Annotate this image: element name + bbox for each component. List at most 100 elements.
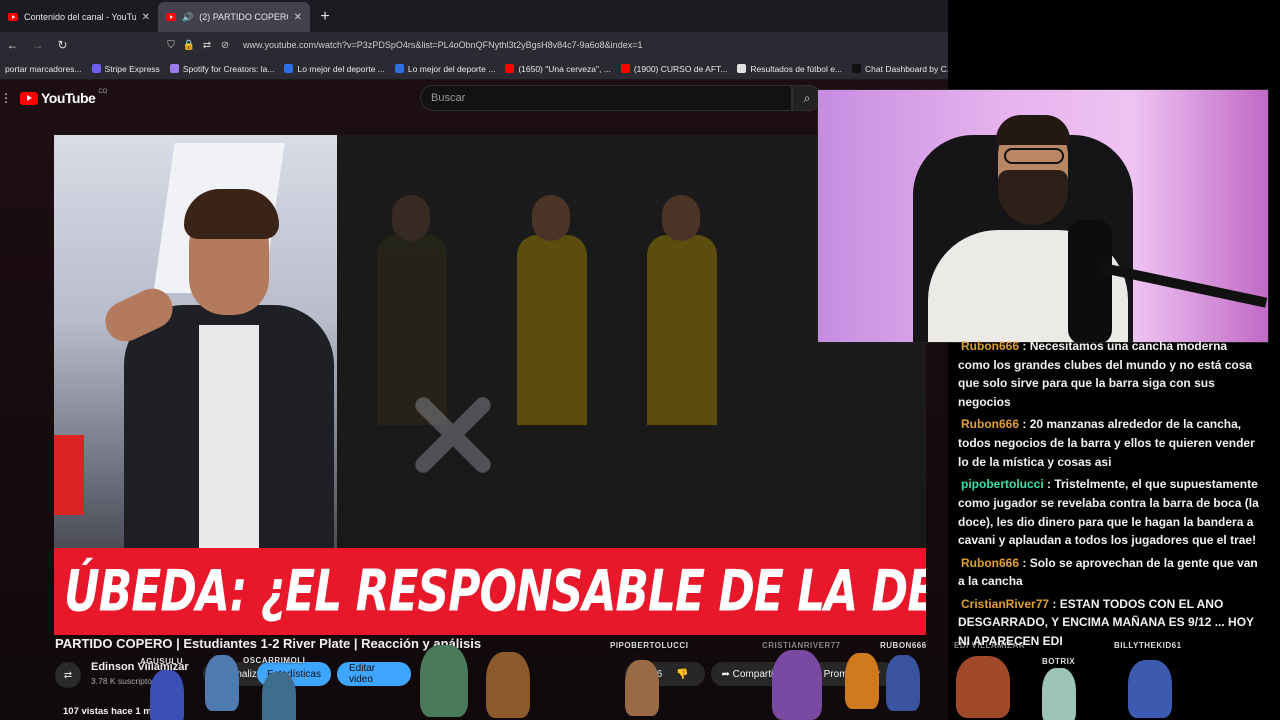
chat-log: Rubon666 : Necesitamos una cancha modern…: [958, 337, 1262, 654]
youtube-logo[interactable]: YouTube CO: [20, 89, 108, 106]
chat-avatar-sprite: [1128, 660, 1172, 718]
url-text[interactable]: www.youtube.com/watch?v=P3zPDSpO4rs&list…: [243, 40, 642, 50]
reload-icon[interactable]: ↻: [50, 32, 75, 58]
headline-banner: ÚBEDA: ¿EL RESPONSABLE DE LA DERROTA DE …: [54, 548, 926, 635]
bookmark-icon: [620, 64, 630, 73]
microphone: [1068, 220, 1112, 342]
chat-message: pipobertolucci : Tristelmente, el que su…: [958, 475, 1262, 550]
chat-separator: :: [1019, 555, 1030, 570]
lock-icon[interactable]: 🔒: [183, 39, 195, 51]
chat-separator: :: [1019, 339, 1030, 353]
chat-username: Rubon666: [961, 339, 1020, 353]
chat-avatar-sprite: [845, 653, 879, 709]
player-figure: [507, 175, 597, 435]
bookmark-item[interactable]: Stripe Express: [87, 64, 165, 74]
bookmark-label: Lo mejor del deporte ...: [407, 63, 496, 74]
view-count: 107 vistas hace 1 mes: [63, 706, 163, 717]
chat-avatar-sprite: [150, 670, 184, 720]
chat-avatar-sprite: [886, 655, 920, 711]
bookmark-item[interactable]: portar marcadores...: [0, 64, 87, 74]
chat-message: Rubon666 : Necesitamos una cancha modern…: [958, 337, 1262, 412]
headline-text: ÚBEDA: ¿EL RESPONSABLE DE LA DERROTA DE …: [64, 558, 926, 625]
autoplay-blocked-icon[interactable]: ⊘: [219, 39, 231, 51]
chat-avatar-sprite: [625, 660, 659, 716]
channel-avatar[interactable]: ⇄: [55, 662, 81, 688]
youtube-favicon-icon: [8, 13, 18, 21]
bookmark-item[interactable]: Lo mejor del deporte ...: [390, 64, 500, 74]
bookmark-icon: [505, 64, 515, 73]
bookmark-icon: [91, 64, 101, 73]
chat-separator: :: [1019, 417, 1030, 432]
bookmark-label: Stripe Express: [104, 63, 160, 74]
chat-username: Rubon666: [961, 417, 1020, 432]
chat-message: CristianRiver77 : ESTAN TODOS CON EL ANO…: [958, 595, 1262, 651]
bookmark-icon: [737, 64, 747, 73]
forward-arrow-icon[interactable]: →: [25, 32, 50, 58]
youtube-page: ⋮ YouTube CO ⌕: [0, 80, 948, 720]
tab-title: Contenido del canal - YouTube: [24, 12, 136, 22]
bookmark-icon: [852, 64, 862, 73]
bookmark-item[interactable]: Spotify for Creators: la...: [165, 64, 280, 74]
bookmark-label: Resultados de fútbol e...: [750, 63, 843, 74]
overlay-user-label: BOTRIX: [1042, 657, 1076, 666]
bookmark-item[interactable]: Resultados de fútbol e...: [732, 64, 847, 74]
player-figure: [637, 175, 727, 435]
close-tab-icon[interactable]: ✕: [142, 12, 150, 23]
shield-icon[interactable]: ⛉: [165, 39, 177, 51]
chat-avatar-sprite: [486, 652, 530, 718]
studio-light: [54, 435, 84, 515]
bookmark-label: Lo mejor del deporte ...: [297, 63, 385, 74]
search-icon: ⌕: [803, 90, 811, 105]
permissions-icon[interactable]: ⇄: [201, 39, 213, 51]
webcam-feed: [817, 89, 1269, 343]
glasses: [1004, 148, 1064, 164]
chat-avatar-sprite: [1042, 668, 1076, 720]
region-code: CO: [98, 89, 108, 95]
bookmark-icon: [284, 64, 294, 73]
bookmark-label: portar marcadores...: [5, 63, 82, 74]
chat-separator: :: [1043, 477, 1055, 492]
tab-video[interactable]: 🔊 (2) PARTIDO COPERO | Estu ✕: [158, 2, 310, 32]
presenter: [98, 185, 334, 548]
audio-playing-icon[interactable]: 🔊: [182, 12, 193, 23]
chat-avatar-sprite: [205, 655, 239, 711]
edit-video-button[interactable]: Editar video: [337, 662, 411, 686]
address-bar[interactable]: ⛉ 🔒 ⇄ ⊘ www.youtube.com/watch?v=P3zPDSpO…: [165, 32, 642, 58]
bookmark-item[interactable]: Chat Dashboard by C...: [847, 64, 948, 74]
chat-username: Rubon666: [961, 555, 1020, 570]
chat-username: CristianRiver77: [961, 596, 1050, 611]
overlay-user-label: PIPOBERTOLUCCI: [610, 641, 689, 650]
youtube-play-icon: [20, 91, 38, 105]
tab-channel-content[interactable]: Contenido del canal - YouTube ✕: [0, 2, 158, 32]
chat-avatar-sprite: [956, 656, 1010, 718]
chat-separator: :: [1049, 596, 1060, 611]
bookmark-label: (1650) "Una cerveza", ...: [518, 63, 611, 74]
bookmark-label: Chat Dashboard by C...: [865, 63, 948, 74]
presenter-frame: [54, 135, 337, 548]
chat-message: Rubon666 : 20 manzanas alrededor de la c…: [958, 415, 1262, 471]
bookmark-label: (1900) CURSO de AFT...: [633, 63, 728, 74]
watermark-logo: [407, 385, 497, 475]
youtube-favicon-icon: [166, 13, 176, 21]
video-player[interactable]: ÚBEDA: ¿EL RESPONSABLE DE LA DERROTA DE …: [54, 135, 926, 635]
dislike-icon[interactable]: 👎: [676, 669, 688, 680]
new-tab-button[interactable]: +: [310, 2, 340, 32]
bookmark-item[interactable]: (1650) "Una cerveza", ...: [500, 64, 616, 74]
overlay-user-label: AGUSULU: [140, 657, 184, 666]
bookmark-icon: [169, 64, 179, 73]
search-box[interactable]: [420, 85, 792, 111]
chat-avatar-sprite: [772, 650, 822, 720]
browser-tabbar: Contenido del canal - YouTube ✕ 🔊 (2) PA…: [0, 0, 948, 32]
logo-text: YouTube: [41, 90, 96, 106]
menu-icon[interactable]: ⋮: [0, 91, 12, 105]
share-label: Compartir: [732, 668, 777, 680]
bookmark-item[interactable]: (1900) CURSO de AFT...: [616, 64, 733, 74]
back-arrow-icon[interactable]: ←: [0, 32, 25, 58]
overlay-user-label: CRISTIANRIVER77: [762, 641, 841, 650]
close-tab-icon[interactable]: ✕: [294, 12, 302, 23]
bookmark-item[interactable]: Lo mejor del deporte ...: [279, 64, 389, 74]
search-input[interactable]: [421, 86, 791, 110]
share-icon: ➦: [721, 668, 733, 680]
bookmark-icon: [394, 64, 404, 73]
chat-avatar-sprite: [420, 645, 468, 717]
